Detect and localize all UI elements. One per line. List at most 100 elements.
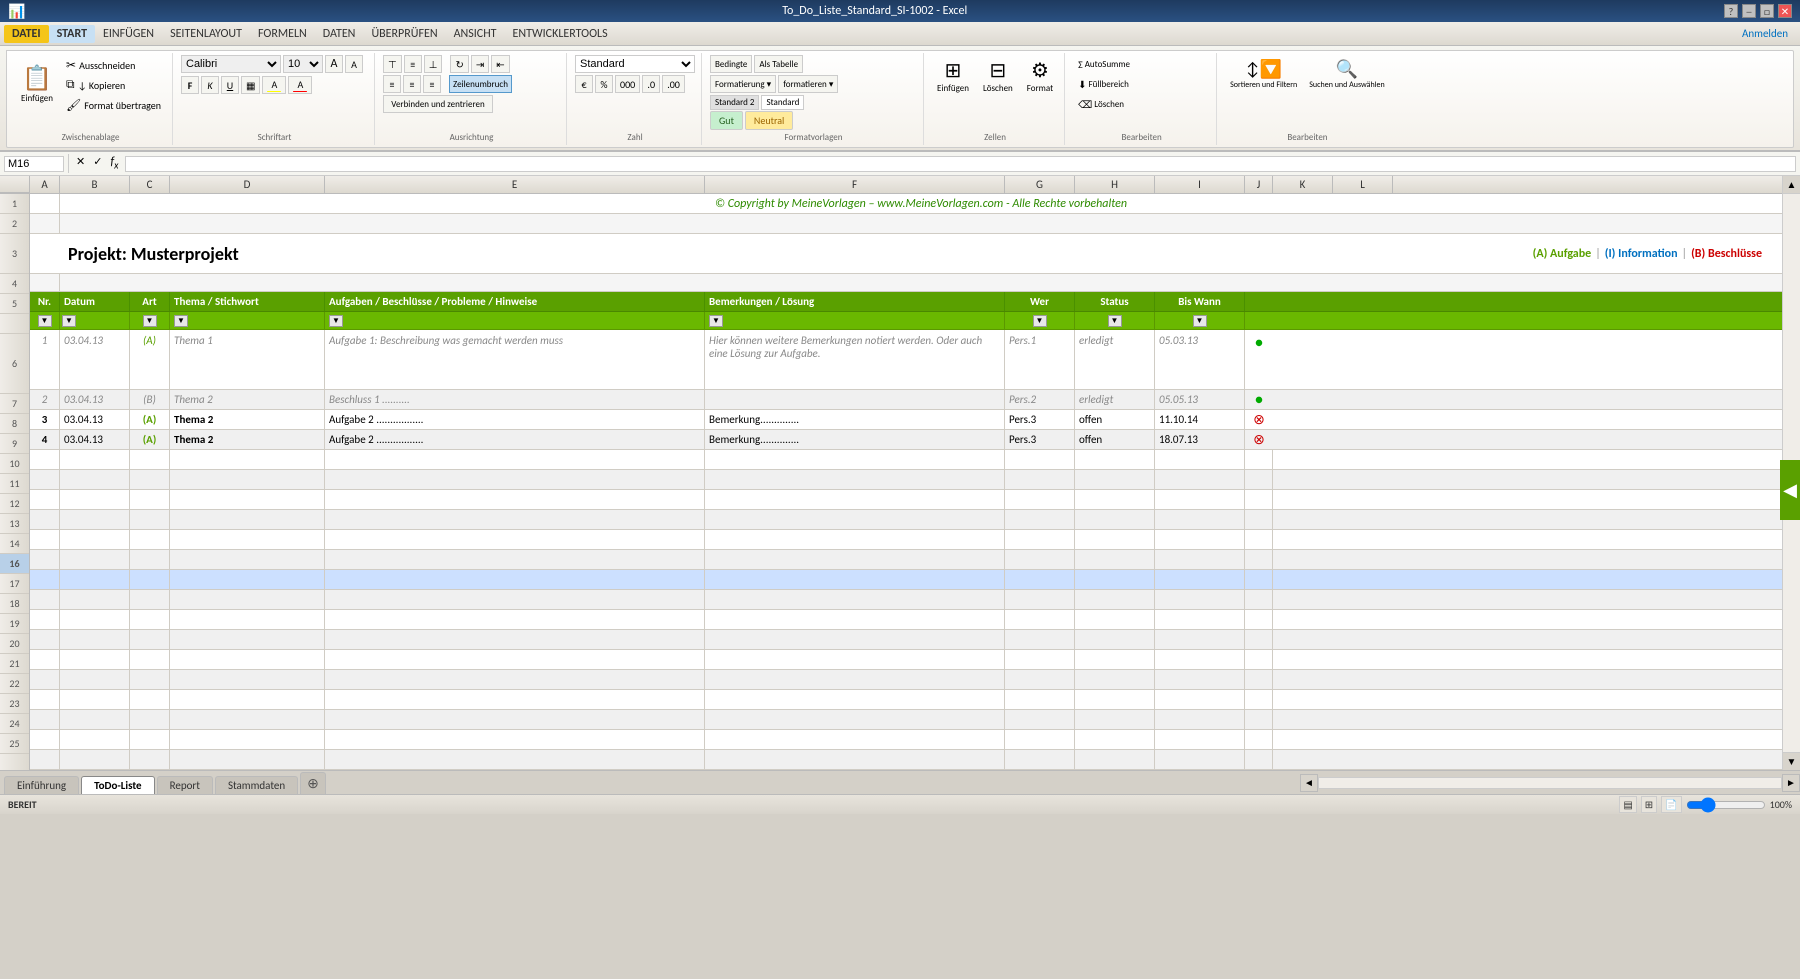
cell-row20-col1[interactable] bbox=[60, 650, 130, 669]
col-header-d[interactable]: D bbox=[170, 176, 325, 193]
bemerkungen-filter-arrow[interactable]: ▼ bbox=[709, 315, 723, 327]
row-num-21[interactable]: 21 bbox=[0, 654, 29, 674]
cell-row22-col0[interactable] bbox=[30, 690, 60, 709]
cell-art-2[interactable]: (B) bbox=[130, 390, 170, 409]
cell-thema-1[interactable]: Thema 1 bbox=[170, 330, 325, 389]
kopieren-button[interactable]: ⧉ ↓ Kopieren bbox=[61, 76, 166, 94]
cell-nr-4[interactable]: 4 bbox=[30, 430, 60, 449]
cell-nr-2[interactable]: 2 bbox=[30, 390, 60, 409]
cell-row18-col8[interactable] bbox=[1155, 610, 1245, 629]
cell-row23-col2[interactable] bbox=[130, 710, 170, 729]
cell-row22-col6[interactable] bbox=[1005, 690, 1075, 709]
datum-filter-arrow[interactable]: ▼ bbox=[62, 315, 76, 327]
cell-row15-col5[interactable] bbox=[705, 550, 1005, 569]
insert-function-btn[interactable]: fx bbox=[107, 155, 121, 171]
cell-row23-col8[interactable] bbox=[1155, 710, 1245, 729]
menu-datei[interactable]: DATEI bbox=[4, 25, 49, 43]
cell-row19-col4[interactable] bbox=[325, 630, 705, 649]
align-center-btn[interactable]: ≡ bbox=[403, 75, 421, 93]
font-size-select[interactable]: 10 bbox=[283, 55, 323, 73]
close-button[interactable]: ✕ bbox=[1778, 4, 1792, 18]
font-name-select[interactable]: Calibri bbox=[181, 55, 281, 73]
header-datum[interactable]: Datum bbox=[60, 292, 130, 311]
cell-row15-col7[interactable] bbox=[1075, 550, 1155, 569]
menu-einfuegen[interactable]: EINFÜGEN bbox=[95, 25, 162, 43]
menu-ansicht[interactable]: ANSICHT bbox=[446, 25, 505, 43]
sheet-tab-einfuehrung[interactable]: Einführung bbox=[4, 776, 79, 794]
cell-row21-col2[interactable] bbox=[130, 670, 170, 689]
col-header-i[interactable]: I bbox=[1155, 176, 1245, 193]
cell-row19-col5[interactable] bbox=[705, 630, 1005, 649]
cell-row14-col0[interactable] bbox=[30, 530, 60, 549]
cell-row19-col3[interactable] bbox=[170, 630, 325, 649]
cell-row18-col4[interactable] bbox=[325, 610, 705, 629]
cell-row12-col2[interactable] bbox=[130, 490, 170, 509]
align-bottom-btn[interactable]: ⊥ bbox=[424, 55, 443, 73]
row-num-19[interactable]: 19 bbox=[0, 614, 29, 634]
cell-row12-col6[interactable] bbox=[1005, 490, 1075, 509]
cell-row11-col6[interactable] bbox=[1005, 470, 1075, 489]
decimal-increase-btn[interactable]: .0 bbox=[642, 75, 660, 93]
cell-row14-col8[interactable] bbox=[1155, 530, 1245, 549]
sheet-tab-stammdaten[interactable]: Stammdaten bbox=[215, 776, 298, 794]
cell-row16-col4[interactable] bbox=[325, 570, 705, 589]
cell-bis-wann-2[interactable]: 05.05.13 bbox=[1155, 390, 1245, 409]
cell-row11-col4[interactable] bbox=[325, 470, 705, 489]
row-num-16[interactable]: 16 bbox=[0, 554, 29, 574]
cell-row19-col2[interactable] bbox=[130, 630, 170, 649]
col-header-j[interactable]: J bbox=[1245, 176, 1273, 193]
number-format-select[interactable]: Standard bbox=[575, 55, 695, 73]
currency-btn[interactable]: € bbox=[575, 75, 593, 93]
cell-row17-col8[interactable] bbox=[1155, 590, 1245, 609]
cell-row13-col9[interactable] bbox=[1245, 510, 1273, 529]
cell-row10-col9[interactable] bbox=[1245, 450, 1273, 469]
underline-button[interactable]: U bbox=[221, 76, 239, 94]
subheader-nr-dropdown[interactable]: ▼ bbox=[30, 312, 60, 329]
cell-row14-col7[interactable] bbox=[1075, 530, 1155, 549]
cell-row15-col9[interactable] bbox=[1245, 550, 1273, 569]
grid-scroll[interactable]: © Copyright by MeineVorlagen – www.Meine… bbox=[30, 194, 1782, 770]
cell-row12-col7[interactable] bbox=[1075, 490, 1155, 509]
loeschen2-btn[interactable]: ⌫ Löschen bbox=[1073, 95, 1129, 113]
scroll-down-btn[interactable]: ▼ bbox=[1783, 752, 1800, 770]
cell-row12-col3[interactable] bbox=[170, 490, 325, 509]
cell-row10-col3[interactable] bbox=[170, 450, 325, 469]
cell-row24-col3[interactable] bbox=[170, 730, 325, 749]
cell-row25-col0[interactable] bbox=[30, 750, 60, 769]
cell-row11-col1[interactable] bbox=[60, 470, 130, 489]
cell-row10-col1[interactable] bbox=[60, 450, 130, 469]
format-btn2[interactable]: Formatierung ▾ bbox=[710, 75, 776, 93]
format-btn3[interactable]: formatieren ▾ bbox=[778, 75, 838, 93]
aufgaben-filter-arrow[interactable]: ▼ bbox=[329, 315, 343, 327]
cell-bemerkungen-2[interactable] bbox=[705, 390, 1005, 409]
cell-row15-col1[interactable] bbox=[60, 550, 130, 569]
maximize-button[interactable]: □ bbox=[1760, 4, 1774, 18]
cell-row16-col2[interactable] bbox=[130, 570, 170, 589]
col-header-k[interactable]: K bbox=[1273, 176, 1333, 193]
cell-row13-col2[interactable] bbox=[130, 510, 170, 529]
thousands-btn[interactable]: 000 bbox=[615, 75, 640, 93]
cell-row25-col4[interactable] bbox=[325, 750, 705, 769]
cell-datum-3[interactable]: 03.04.13 bbox=[60, 410, 130, 429]
row-num-6[interactable]: 6 bbox=[0, 334, 29, 394]
cell-row19-col6[interactable] bbox=[1005, 630, 1075, 649]
scroll-bar-track[interactable] bbox=[1318, 777, 1782, 789]
col-header-h[interactable]: H bbox=[1075, 176, 1155, 193]
row-num-5[interactable]: 5 bbox=[0, 294, 29, 314]
cell-wer-4[interactable]: Pers.3 bbox=[1005, 430, 1075, 449]
cell-ref-input[interactable] bbox=[4, 156, 64, 172]
cell-row22-col2[interactable] bbox=[130, 690, 170, 709]
align-right-btn[interactable]: ≡ bbox=[423, 75, 441, 93]
cell-row13-col1[interactable] bbox=[60, 510, 130, 529]
cell-row23-col4[interactable] bbox=[325, 710, 705, 729]
cell-row10-col0[interactable] bbox=[30, 450, 60, 469]
cell-copyright[interactable]: © Copyright by MeineVorlagen – www.Meine… bbox=[60, 194, 1782, 213]
grid-area[interactable]: © Copyright by MeineVorlagen – www.Meine… bbox=[30, 194, 1782, 770]
cell-row21-col6[interactable] bbox=[1005, 670, 1075, 689]
col-header-g[interactable]: G bbox=[1005, 176, 1075, 193]
row-num-13[interactable]: 13 bbox=[0, 514, 29, 534]
cell-a4[interactable] bbox=[30, 274, 60, 291]
row-num-3[interactable]: 3 bbox=[0, 234, 29, 274]
menu-entwicklertools[interactable]: ENTWICKLERTOOLS bbox=[505, 25, 616, 43]
cell-row24-col5[interactable] bbox=[705, 730, 1005, 749]
